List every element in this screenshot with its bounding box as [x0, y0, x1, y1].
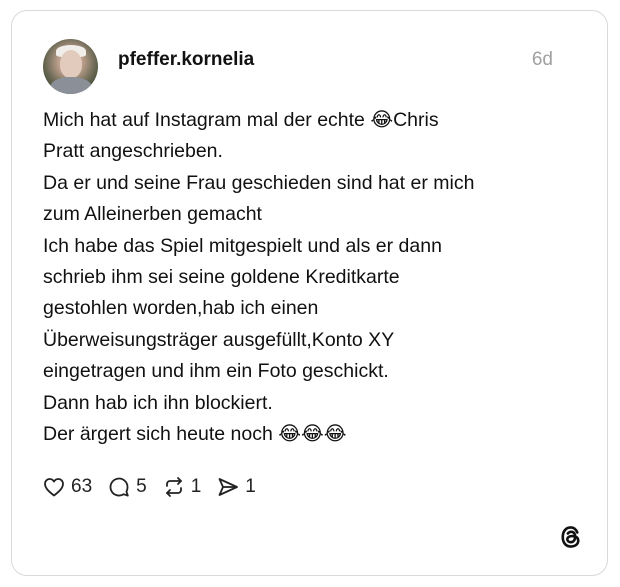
repost-icon: [165, 477, 182, 497]
share-count: 1: [245, 476, 256, 497]
heart-icon: [44, 478, 64, 497]
repost-count: 1: [190, 476, 202, 497]
avatar-face: [60, 50, 82, 78]
reply-button[interactable]: 5: [107, 475, 147, 499]
action-bar: 63 5 1 1: [42, 474, 271, 500]
avatar[interactable]: [43, 39, 98, 94]
reply-count: 5: [136, 476, 147, 497]
share-button[interactable]: 1: [216, 475, 256, 499]
threads-logo-icon[interactable]: [558, 524, 584, 550]
like-count: 63: [71, 476, 93, 497]
repost-button[interactable]: 1: [162, 475, 202, 499]
post-card: pfeffer.kornelia 6d Mich hat auf Instagr…: [11, 10, 608, 576]
post-time: 6d: [531, 49, 553, 70]
like-button[interactable]: 63: [42, 475, 92, 499]
send-icon: [218, 478, 239, 496]
post-text: Mich hat auf Instagram mal der echte 😂Ch…: [43, 109, 475, 446]
avatar-body: [50, 77, 92, 94]
comment-bubble-icon: [109, 477, 129, 497]
username[interactable]: pfeffer.kornelia: [118, 49, 254, 71]
